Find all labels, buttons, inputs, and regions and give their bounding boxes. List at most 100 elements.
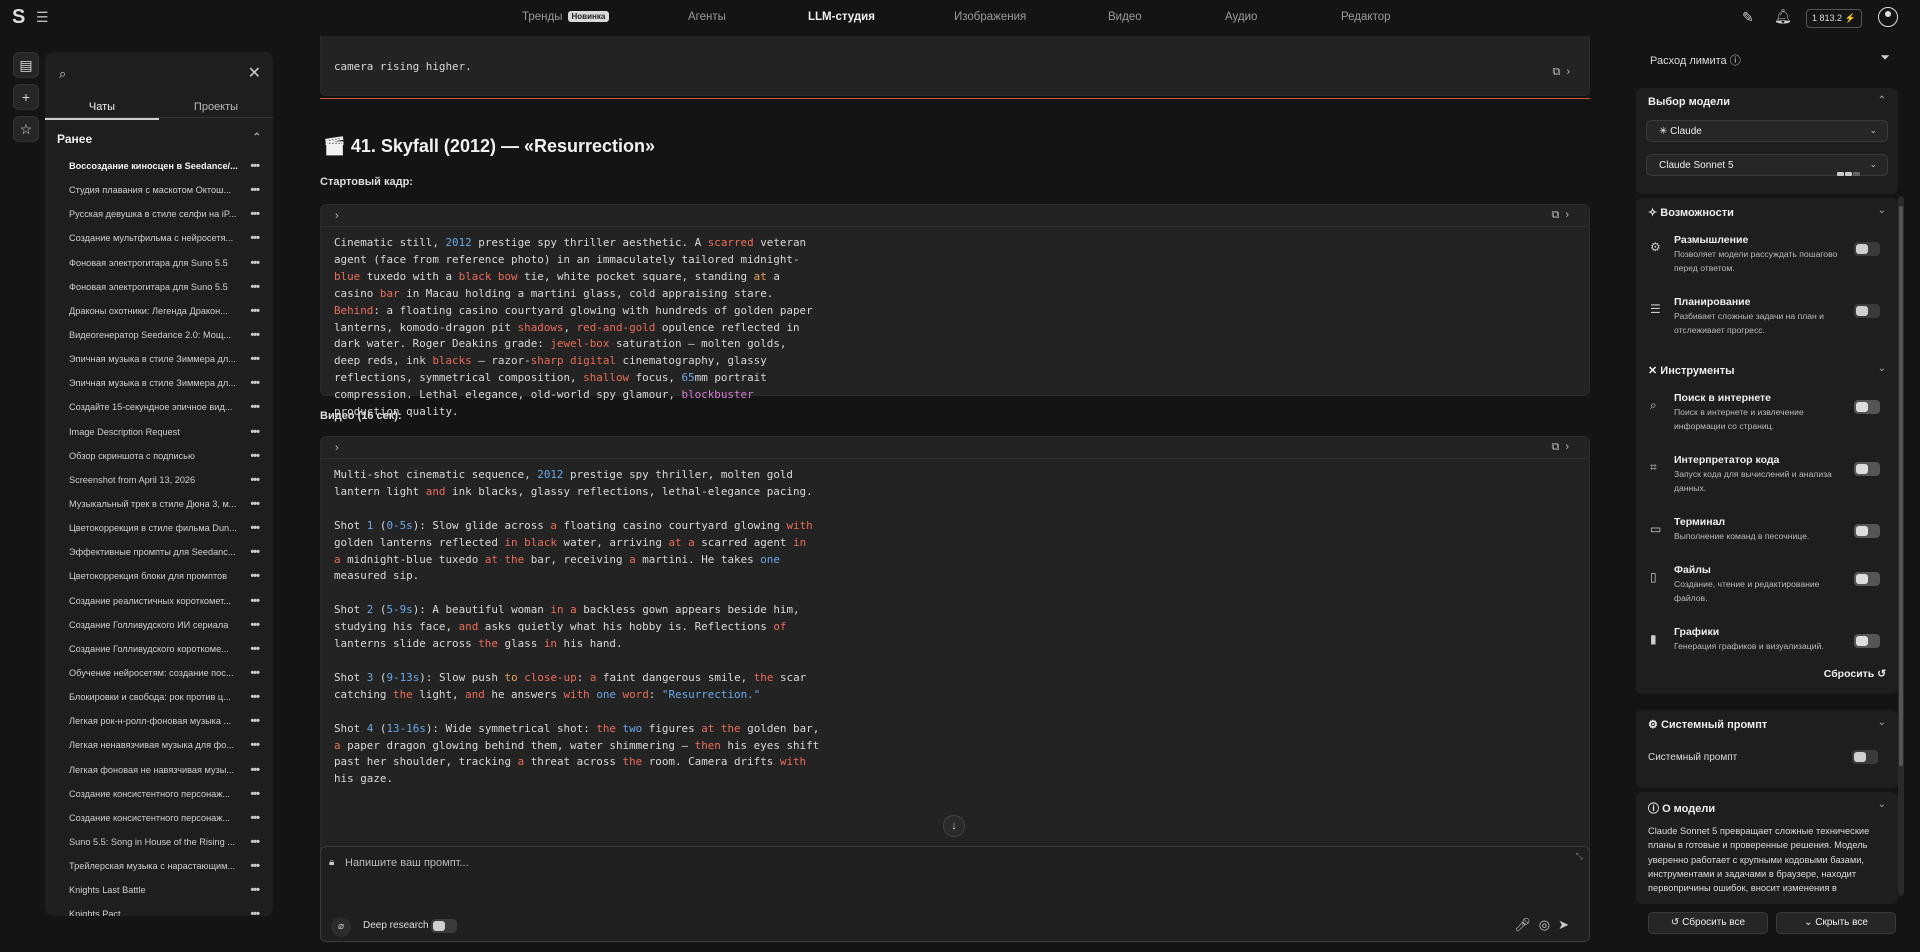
more-icon[interactable]: ••• bbox=[250, 661, 260, 685]
more-icon[interactable]: ••• bbox=[250, 371, 260, 395]
nav-llm-studio[interactable]: LLM-студия bbox=[808, 11, 875, 23]
more-icon[interactable]: ••• bbox=[250, 275, 260, 299]
code-interpreter-toggle[interactable] bbox=[1854, 462, 1880, 476]
more-icon[interactable]: ••• bbox=[250, 299, 260, 323]
bell-icon[interactable]: 🔔︎ bbox=[1774, 8, 1792, 25]
avatar[interactable] bbox=[1878, 7, 1898, 27]
list-item[interactable]: Создание Голливудского ИИ сериала ••• bbox=[45, 613, 273, 637]
list-item[interactable]: Knights Pact ••• bbox=[45, 902, 273, 916]
nav-agents[interactable]: Агенты bbox=[688, 11, 726, 23]
collapse-all-button[interactable]: ⌄ Скрыть все bbox=[1776, 912, 1896, 934]
list-item[interactable]: Легкая фоновая не навязчивая музы... ••• bbox=[45, 758, 273, 782]
list-item[interactable]: Image Description Request ••• bbox=[45, 420, 273, 444]
search-icon[interactable]: ⌕ bbox=[59, 66, 66, 82]
list-item[interactable]: Русская девушка в стиле селфи на iP... ••… bbox=[45, 202, 273, 226]
more-icon[interactable]: ••• bbox=[250, 685, 260, 709]
more-icon[interactable]: ••• bbox=[250, 733, 260, 757]
model-select[interactable]: Claude Sonnet 5 ⌄ bbox=[1646, 154, 1888, 176]
chevron-down-icon[interactable]: ⌄ bbox=[1878, 205, 1886, 216]
planning-toggle[interactable] bbox=[1854, 304, 1880, 318]
more-icon[interactable]: ••• bbox=[250, 854, 260, 878]
list-item[interactable]: Легкая рок-н-ролл-фоновая музыка ... ••• bbox=[45, 709, 273, 733]
scroll-down-button[interactable]: ↓ bbox=[943, 815, 965, 837]
list-item[interactable]: Музыкальный трек в стиле Дюна 3, м... ••• bbox=[45, 492, 273, 516]
more-icon[interactable]: ••• bbox=[250, 709, 260, 733]
mic-icon[interactable]: 🎤︎ bbox=[1514, 917, 1539, 932]
edit-icon[interactable]: ✎ bbox=[1742, 9, 1754, 26]
copy-expand-icons[interactable]: ⧉› bbox=[1552, 66, 1576, 79]
system-prompt-toggle[interactable] bbox=[1852, 750, 1878, 764]
terminal-toggle[interactable] bbox=[1854, 524, 1880, 538]
more-icon[interactable]: ••• bbox=[250, 492, 260, 516]
chevron-right-icon[interactable]: › bbox=[335, 442, 339, 454]
more-icon[interactable]: ••• bbox=[250, 830, 260, 854]
panel-scrollbar[interactable] bbox=[1898, 196, 1904, 896]
more-icon[interactable]: ••• bbox=[250, 226, 260, 250]
list-item[interactable]: Блокировки и свобода: рок против ц... ••• bbox=[45, 685, 273, 709]
web-search-toggle[interactable] bbox=[1854, 400, 1880, 414]
more-icon[interactable]: ••• bbox=[250, 589, 260, 613]
section-earlier[interactable]: Ранее ⌃ bbox=[57, 132, 261, 146]
nav-audio[interactable]: Аудио bbox=[1225, 11, 1257, 23]
more-icon[interactable]: ••• bbox=[250, 902, 260, 916]
nav-video[interactable]: Видео bbox=[1108, 11, 1142, 23]
plus-icon[interactable]: + bbox=[13, 84, 39, 110]
thinking-toggle[interactable] bbox=[1854, 242, 1880, 256]
more-icon[interactable]: ••• bbox=[250, 202, 260, 226]
list-item[interactable]: Создание мультфильма с нейросетя... ••• bbox=[45, 226, 273, 250]
list-item[interactable]: Создание консистентного персонаж... ••• bbox=[45, 806, 273, 830]
copy-icon[interactable]: ⧉› bbox=[1551, 441, 1575, 454]
more-icon[interactable]: ••• bbox=[250, 516, 260, 540]
list-item[interactable]: Драконы охотники: Легенда Дракон... ••• bbox=[45, 299, 273, 323]
list-item[interactable]: Создание Голливудского короткоме... ••• bbox=[45, 637, 273, 661]
more-icon[interactable]: ••• bbox=[250, 444, 260, 468]
chevron-down-icon[interactable]: ⌄ bbox=[1878, 799, 1886, 810]
more-icon[interactable]: ••• bbox=[250, 323, 260, 347]
resize-icon[interactable]: ⤡ bbox=[1576, 851, 1583, 862]
nav-trends[interactable]: Тренды Новинка bbox=[522, 11, 610, 23]
list-item[interactable]: Создание реалистичных короткомет... ••• bbox=[45, 589, 273, 613]
menu-icon[interactable]: ☰ bbox=[36, 9, 49, 26]
list-item[interactable]: Цветокоррекция в стиле фильма Dun... ••• bbox=[45, 516, 273, 540]
more-icon[interactable]: ••• bbox=[250, 347, 260, 371]
tab-chats[interactable]: Чаты bbox=[45, 101, 159, 120]
provider-select[interactable]: ✳ Claude ⌄ bbox=[1646, 120, 1888, 142]
more-icon[interactable]: ••• bbox=[250, 178, 260, 202]
reset-all-button[interactable]: ↺ Сбросить все bbox=[1648, 912, 1768, 934]
list-item[interactable]: Screenshot from April 13, 2026 ••• bbox=[45, 468, 273, 492]
list-item[interactable]: Фоновая электрогитара для Suno 5.5 ••• bbox=[45, 251, 273, 275]
chat-icon[interactable]: ▤ bbox=[13, 52, 39, 78]
more-icon[interactable]: ••• bbox=[250, 468, 260, 492]
more-icon[interactable]: ••• bbox=[250, 758, 260, 782]
list-item[interactable]: Knights Last Battle ••• bbox=[45, 878, 273, 902]
attach-icon[interactable]: ⌀ bbox=[331, 917, 351, 937]
chevron-right-icon[interactable]: › bbox=[335, 210, 339, 222]
credits-badge[interactable]: 1 813.2 ⚡ bbox=[1806, 9, 1862, 28]
list-item[interactable]: Обучение нейросетям: создание пос... ••• bbox=[45, 661, 273, 685]
close-icon[interactable]: ✕ bbox=[248, 63, 261, 83]
list-item[interactable]: Suno 5.5: Song in House of the Rising ..… bbox=[45, 830, 273, 854]
list-item[interactable]: Фоновая электрогитара для Suno 5.5 ••• bbox=[45, 275, 273, 299]
deep-research-toggle[interactable] bbox=[431, 919, 457, 933]
chevron-down-icon[interactable]: ⌄ bbox=[1878, 363, 1886, 374]
star-icon[interactable]: ☆ bbox=[13, 116, 39, 142]
reset-tools-button[interactable]: Сбросить ↺ bbox=[1824, 668, 1886, 680]
copy-icon[interactable]: ⧉› bbox=[1551, 209, 1575, 222]
tab-projects[interactable]: Проекты bbox=[159, 101, 273, 113]
list-item[interactable]: Видеогенератор Seedance 2.0: Мощ... ••• bbox=[45, 323, 273, 347]
list-item[interactable]: Трейлерская музыка с нарастающим... ••• bbox=[45, 854, 273, 878]
nav-images[interactable]: Изображения bbox=[954, 11, 1026, 23]
more-icon[interactable]: ••• bbox=[250, 806, 260, 830]
charts-toggle[interactable] bbox=[1854, 634, 1880, 648]
voice-icon[interactable]: ◎ bbox=[1539, 917, 1558, 932]
logo[interactable]: S bbox=[12, 6, 36, 30]
send-icon[interactable]: ➤ bbox=[1558, 917, 1577, 932]
list-item[interactable]: Создайте 15-секундное эпичное вид... ••• bbox=[45, 395, 273, 419]
filter-icon[interactable]: ⏷ bbox=[1880, 50, 1890, 65]
more-icon[interactable]: ••• bbox=[250, 613, 260, 637]
limit-header[interactable]: Расход лимита ⓘ ⏷ bbox=[1636, 46, 1898, 70]
more-icon[interactable]: ••• bbox=[250, 420, 260, 444]
files-toggle[interactable] bbox=[1854, 572, 1880, 586]
more-icon[interactable]: ••• bbox=[250, 154, 260, 178]
list-item[interactable]: Эпичная музыка в стиле Зиммера дл... ••• bbox=[45, 347, 273, 371]
